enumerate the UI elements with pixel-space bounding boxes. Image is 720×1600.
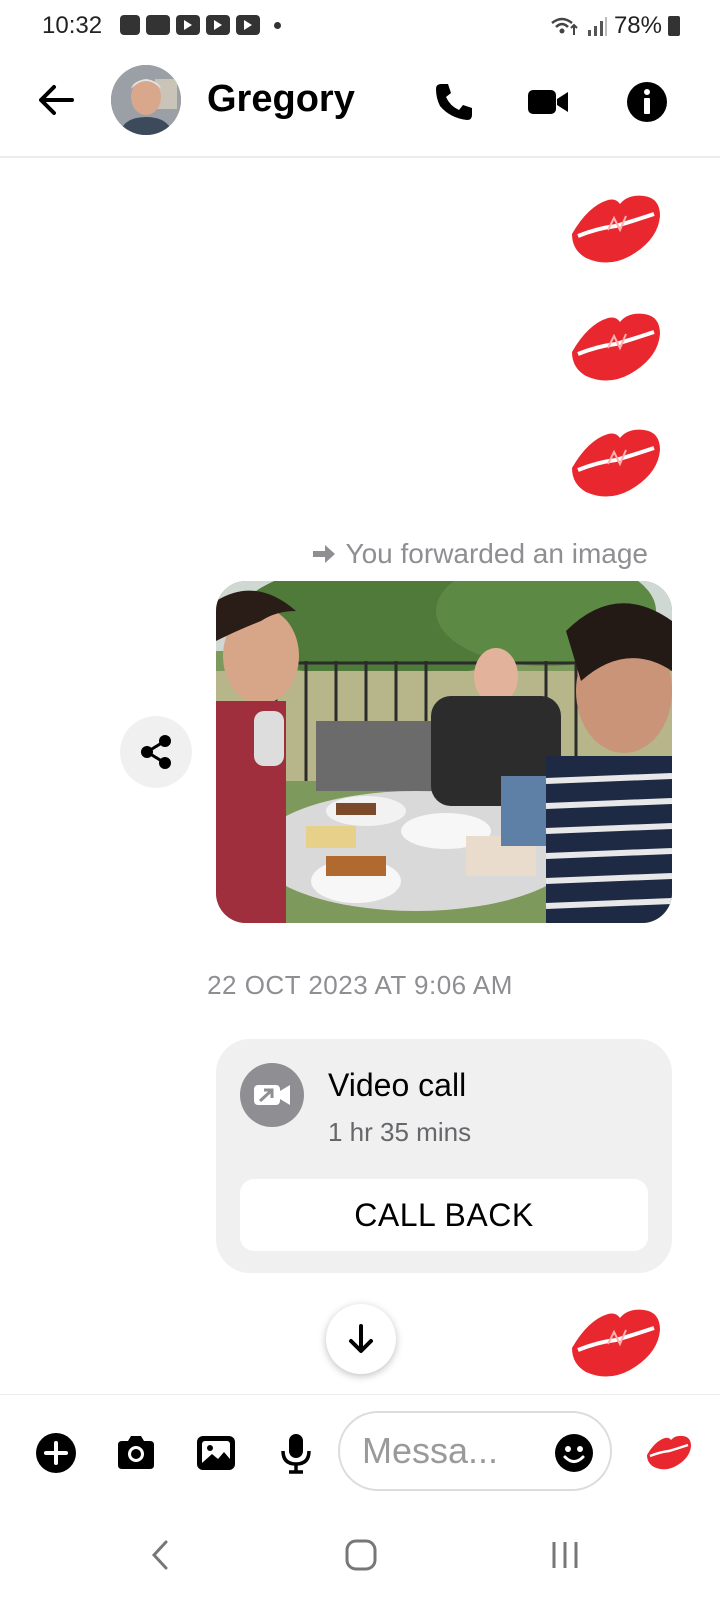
- gallery-icon[interactable]: [194, 1431, 238, 1475]
- notification-icons: [120, 15, 281, 35]
- kiss-lips-emoji[interactable]: [568, 422, 664, 502]
- info-icon[interactable]: [625, 80, 669, 124]
- video-call-title: Video call: [328, 1067, 467, 1103]
- arrow-down-icon: [349, 1324, 373, 1353]
- share-button[interactable]: [120, 716, 192, 788]
- more-notifications-dot-icon: [274, 21, 281, 29]
- youtube-notification-icon: [236, 15, 260, 35]
- camera-icon[interactable]: [114, 1431, 158, 1475]
- forwarded-text: You forwarded an image: [345, 538, 648, 569]
- forwarded-photo[interactable]: [216, 581, 672, 923]
- scroll-to-bottom-button[interactable]: [326, 1304, 396, 1374]
- kiss-lips-emoji[interactable]: [568, 1302, 664, 1382]
- video-call-card[interactable]: Video call 1 hr 35 mins CALL BACK: [216, 1039, 672, 1273]
- contact-avatar[interactable]: [111, 65, 181, 135]
- youtube-notification-icon: [176, 15, 200, 35]
- quick-reaction-lips-icon[interactable]: [645, 1431, 693, 1473]
- video-camera-icon[interactable]: [526, 80, 570, 124]
- folder-notification-icon: [146, 15, 170, 35]
- kiss-lips-emoji[interactable]: [568, 188, 664, 268]
- status-bar: 10:32 78%: [0, 0, 720, 52]
- kiss-lips-emoji[interactable]: [568, 306, 664, 386]
- battery-percent: 78%: [613, 12, 662, 39]
- video-call-arrow-icon: [254, 1085, 290, 1105]
- share-icon: [141, 735, 171, 769]
- plus-icon[interactable]: [34, 1431, 78, 1475]
- phone-icon[interactable]: [432, 80, 476, 124]
- call-back-button[interactable]: CALL BACK: [240, 1179, 648, 1251]
- back-arrow-icon[interactable]: [36, 80, 76, 120]
- message-timestamp: 22 OCT 2023 AT 9:06 AM: [207, 970, 513, 1000]
- nav-home-icon[interactable]: [336, 1530, 386, 1580]
- battery-icon: [668, 16, 680, 36]
- system-navigation-bar: [0, 1510, 720, 1600]
- youtube-notification-icon: [206, 15, 230, 35]
- message-input-field[interactable]: [338, 1411, 612, 1491]
- nav-back-icon[interactable]: [136, 1530, 186, 1580]
- status-time: 10:32: [42, 12, 103, 39]
- message-composer: [0, 1394, 720, 1506]
- contact-name[interactable]: Gregory: [207, 78, 355, 121]
- forward-arrow-icon: [313, 545, 336, 563]
- status-right: 78%: [550, 12, 680, 40]
- emoji-icon[interactable]: [554, 1433, 594, 1473]
- wifi-icon: [551, 17, 578, 35]
- forwarded-label: You forwarded an image: [311, 538, 648, 570]
- microphone-icon[interactable]: [274, 1431, 318, 1475]
- signal-icon: [587, 17, 607, 36]
- conversation-header: Gregory: [0, 52, 720, 158]
- message-input[interactable]: [362, 1427, 542, 1475]
- video-call-icon-circle: [240, 1063, 304, 1127]
- video-call-duration: 1 hr 35 mins: [328, 1117, 472, 1147]
- shop-notification-icon: [120, 15, 140, 35]
- nav-recents-icon[interactable]: [540, 1530, 590, 1580]
